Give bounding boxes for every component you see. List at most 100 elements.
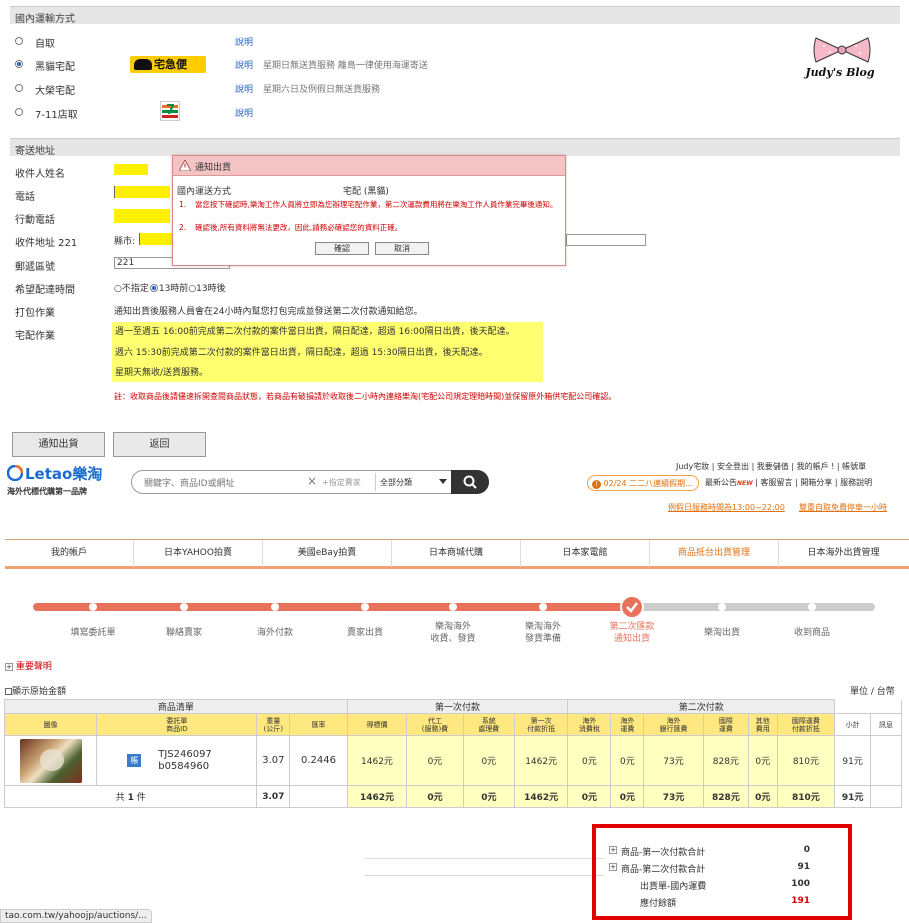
search-button[interactable] [451, 470, 489, 494]
tab-ebay-auction[interactable]: 美國eBay拍賣 [263, 540, 392, 567]
shipping-info-link[interactable]: 說明 [235, 82, 253, 95]
group-product-list: 商品清單 [4, 699, 348, 714]
checkbox[interactable] [5, 688, 12, 695]
top-account-links[interactable]: Judy宅妝 | 安全登出 | 我要儲值 | 我的帳戶 ! | 帳號單 [676, 461, 866, 472]
seven-eleven-logo: 7 [160, 101, 180, 121]
time-opt-before13[interactable]: 13時前 [159, 284, 188, 294]
time-opt-any[interactable]: ○不指定 [114, 284, 149, 294]
designated-seller-link[interactable]: +指定賣家 [322, 477, 361, 488]
mobile-label: 行動電話 [15, 215, 55, 226]
tab-my-account[interactable]: 我的帳戶 [5, 540, 134, 567]
shipping-section-header: 國內運輸方式 [10, 6, 900, 25]
total-label: 商品-第一次付款合計 [621, 848, 706, 858]
total-label: 應付餘額 [640, 899, 677, 909]
important-notice-link[interactable]: + 重要聲明 [5, 659, 52, 672]
guide-link[interactable]: 服務說明 [840, 478, 872, 487]
dialog-title: 通知出貨 [195, 163, 232, 173]
shipping-option-label[interactable]: 自取 [35, 35, 55, 50]
shipping-info-link[interactable]: 說明 [235, 35, 253, 48]
news-link[interactable]: 最新公告 [705, 478, 737, 487]
show-original-toggle[interactable]: 顯示原始金額 [5, 684, 66, 697]
recipient-name-field[interactable] [114, 164, 148, 175]
letao-brand: Letao樂淘 [25, 465, 103, 483]
category-select[interactable]: 全部分類 [375, 473, 451, 491]
shipping-option-label[interactable]: 大榮宅配 [35, 82, 75, 97]
shipping-radio[interactable] [15, 37, 23, 45]
shipping-radio[interactable] [15, 84, 23, 92]
share-link[interactable]: 開箱分享 [800, 478, 832, 487]
progress-step-label: 填寫委託單 [70, 628, 116, 638]
shipping-info-link[interactable]: 說明 [235, 58, 253, 71]
progress-step-label: 樂淘海外 收貨、發貨 [430, 622, 476, 644]
progress-dot [180, 603, 188, 611]
progress-dot [718, 603, 726, 611]
dialog-item-1-text: 當您按下確認時,樂淘工作人員將立即為您辦理宅配作業，第二次運款費用將在樂淘工作人… [195, 200, 558, 209]
address-label: 收件地址 221 [15, 238, 78, 249]
item-id-link[interactable]: b0584960 [158, 761, 212, 773]
delivery-time-options[interactable]: ○不指定 13時前○13時後 [114, 281, 226, 294]
shipping-option-label[interactable]: 黑貓宅配 [35, 58, 75, 73]
order-link[interactable]: TJS246097 [158, 749, 212, 761]
search-input[interactable]: 關鍵字、商品ID或網址 [144, 476, 235, 489]
phone-field[interactable] [114, 186, 170, 198]
shipping-info-link[interactable]: 說明 [235, 106, 253, 119]
total-value: 0 [803, 845, 810, 855]
column-header: 國際 運費 [702, 713, 749, 736]
service-link[interactable]: 客服留言 [761, 478, 793, 487]
holiday-notice-pill[interactable]: ! 02/24 二二八連續假期... [587, 475, 699, 491]
total-label: 商品-第二次付款合計 [621, 865, 706, 875]
message-cell[interactable] [870, 735, 902, 786]
column-header: 海外 消費稅 [567, 713, 612, 736]
bow-icon [813, 37, 871, 63]
status-bar-url: tao.com.tw/yahoojp/auctions/... [0, 909, 152, 923]
column-header: 圖像 [3, 713, 98, 736]
promo-hours-link[interactable]: 例假日服務時間為13:00~22:00 [668, 502, 785, 513]
expand-icon[interactable]: + [609, 863, 617, 871]
delivery-time-label: 希望配達時間 [15, 285, 75, 296]
shipping-radio[interactable] [15, 108, 23, 116]
dialog-header: 通知出貨 [173, 156, 565, 176]
time-radio-before13[interactable] [149, 284, 158, 292]
total-value: 100 [791, 879, 810, 889]
column-header: 第一次 付款折抵 [513, 713, 569, 736]
progress-dot [271, 603, 279, 611]
dialog-confirm-button[interactable]: 確認 [315, 242, 369, 255]
column-header: 海外 銀行匯費 [643, 713, 704, 736]
rate-cell: 0.2446 [289, 735, 348, 786]
search-clear-icon[interactable]: × [307, 474, 317, 488]
bid-cell: 1462元 [346, 735, 408, 786]
progress-dot [808, 603, 816, 611]
county-field[interactable] [139, 233, 173, 245]
progress-step-label: 樂淘出貨 [703, 628, 740, 638]
street-address-field[interactable] [566, 234, 646, 246]
tab-japan-mall[interactable]: 日本商城代購 [392, 540, 521, 567]
dialog-cancel-button[interactable]: 取消 [375, 242, 429, 255]
dialog-row-value: 宅配 (黑貓) [343, 187, 389, 197]
mobile-field[interactable] [114, 209, 170, 223]
promo-parking-link[interactable]: 雙重自取免費停車一小時 [799, 502, 887, 513]
shipping-radio[interactable] [15, 60, 23, 68]
letao-logo[interactable]: Letao樂淘 海外代標代購第一品牌 [7, 463, 127, 499]
total-label: 出貨單-國內運費 [640, 882, 707, 892]
table-row: 帳 TJS246097 b0584960 3.07 0.2446 1462元 0… [3, 735, 902, 786]
tab-appliance[interactable]: 日本家電館 [521, 540, 650, 567]
time-opt-after13[interactable]: ○13時後 [188, 284, 225, 294]
sum-intl: 828元 [702, 785, 749, 808]
column-header: 其他 費用 [747, 713, 778, 736]
search-icon [463, 475, 477, 489]
blog-logo-text: Judy's Blog [805, 66, 875, 79]
back-button[interactable]: 返回 [113, 432, 206, 457]
tab-shipping-management[interactable]: 商品抵台出貨管理 [650, 540, 779, 567]
tab-yahoo-auction[interactable]: 日本YAHOO拍賣 [134, 540, 263, 567]
tab-overseas-shipping[interactable]: 日本海外出貨管理 [779, 540, 908, 567]
progress-dot [539, 603, 547, 611]
dropdown-arrow-icon [439, 479, 447, 484]
notify-shipping-button[interactable]: 通知出貨 [12, 432, 105, 457]
category-label: 全部分類 [380, 478, 412, 487]
expand-icon[interactable]: + [609, 846, 617, 854]
product-thumbnail[interactable] [3, 735, 98, 786]
column-header: 匯率 [289, 713, 348, 736]
totals-divider [365, 858, 605, 859]
weight-cell: 3.07 [256, 735, 291, 786]
shipping-option-label[interactable]: 7-11店取 [35, 106, 78, 121]
